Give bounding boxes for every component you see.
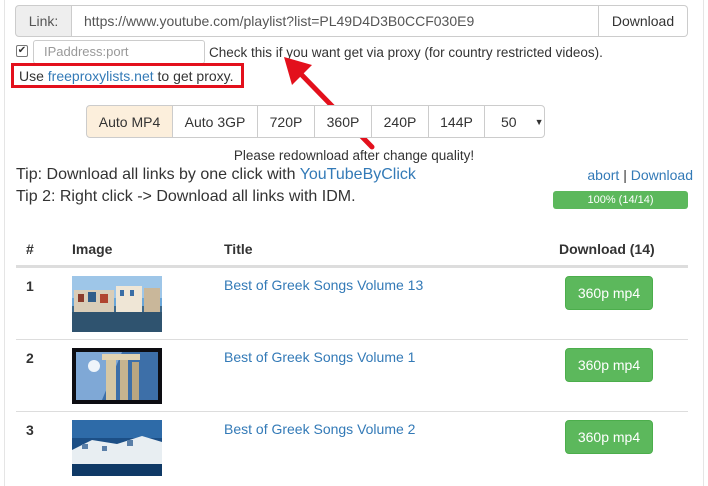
caret-down-icon: ▼ — [534, 116, 544, 127]
progress-bar: 100% (14/14) — [553, 191, 688, 209]
title-cell: Best of Greek Songs Volume 13 — [214, 268, 534, 293]
link-label: Link: — [15, 5, 72, 37]
video-thumbnail[interactable] — [72, 420, 162, 476]
thumbnail-cell — [61, 412, 214, 476]
quality-option-144p[interactable]: 144P — [428, 105, 485, 138]
download-cell: 360p mp4 — [534, 340, 688, 382]
download-button[interactable]: Download — [599, 5, 688, 37]
quality-selector: Auto MP4 Auto 3GP 720P 360P 240P 144P 50… — [86, 105, 545, 138]
download-all-link[interactable]: Download — [631, 167, 693, 183]
youtubebyclick-link[interactable]: YouTubeByClick — [300, 166, 416, 183]
title-cell: Best of Greek Songs Volume 2 — [214, 412, 534, 437]
redownload-note-text: Please redownload after change quality! — [233, 148, 475, 163]
video-title-link[interactable]: Best of Greek Songs Volume 2 — [224, 421, 415, 437]
row-number: 2 — [26, 350, 34, 366]
quality-option-360p[interactable]: 360P — [314, 105, 372, 138]
redownload-note: Please redownload after change quality! — [0, 148, 708, 163]
video-thumbnail[interactable] — [72, 348, 162, 404]
proxy-hint-box: Use freeproxylists.net to get proxy. — [11, 63, 244, 88]
row-number: 1 — [26, 278, 34, 294]
progress-label: 100% (14/14) — [587, 194, 654, 206]
tip-one: Tip: Download all links by one click wit… — [16, 166, 416, 184]
quality-option-auto-3gp[interactable]: Auto 3GP — [172, 105, 258, 138]
abort-link[interactable]: abort — [587, 167, 619, 183]
video-thumbnail[interactable] — [72, 276, 162, 332]
quality-option-720p[interactable]: 720P — [257, 105, 315, 138]
download-360p-button[interactable]: 360p mp4 — [565, 348, 653, 382]
row-number: 3 — [26, 422, 34, 438]
proxy-note: Check this if you want get via proxy (fo… — [209, 44, 603, 60]
table-row: 3 Best of Greek Songs Volume 2 360p mp4 — [16, 411, 688, 483]
video-title-link[interactable]: Best of Greek Songs Volume 1 — [224, 349, 415, 365]
results-table: # Image Title Download (14) 1 Best of Gr… — [16, 232, 688, 483]
thumbnail-cell — [61, 268, 214, 332]
thumbnail-cell — [61, 340, 214, 404]
quality-count-value: 50 — [501, 113, 517, 130]
proxy-hint-prefix: Use — [19, 67, 48, 84]
download-cell: 360p mp4 — [534, 268, 688, 310]
proxy-hint-suffix: to get proxy. — [153, 67, 234, 84]
quality-count-select[interactable]: 50 ▼ — [484, 105, 545, 138]
table-row: 1 Best of Greek Songs Volume 13 360p mp4 — [16, 267, 688, 339]
title-cell: Best of Greek Songs Volume 1 — [214, 340, 534, 365]
download-cell: 360p mp4 — [534, 412, 688, 454]
download-360p-button[interactable]: 360p mp4 — [565, 420, 653, 454]
header-title: Title — [224, 240, 253, 257]
quality-option-240p[interactable]: 240P — [371, 105, 429, 138]
quality-option-auto-mp4[interactable]: Auto MP4 — [86, 105, 173, 138]
action-separator: | — [619, 167, 631, 183]
tip-one-text: Tip: Download all links by one click wit… — [16, 166, 300, 183]
header-num: # — [26, 240, 34, 257]
proxy-checkbox[interactable]: ✔ — [16, 45, 28, 57]
proxy-ip-input[interactable]: IPaddress:port — [33, 40, 205, 64]
tip-two: Tip 2: Right click -> Download all links… — [16, 188, 356, 205]
video-title-link[interactable]: Best of Greek Songs Volume 13 — [224, 277, 423, 293]
table-header: # Image Title Download (14) — [16, 232, 688, 267]
link-bar: Link: https://www.youtube.com/playlist?l… — [15, 5, 688, 37]
header-image: Image — [72, 240, 113, 257]
table-row: 2 Best of Greek Songs Volume 1 360p mp4 — [16, 339, 688, 411]
download-360p-button[interactable]: 360p mp4 — [565, 276, 653, 310]
freeproxylists-link[interactable]: freeproxylists.net — [48, 68, 154, 84]
playlist-url-input[interactable]: https://www.youtube.com/playlist?list=PL… — [72, 5, 599, 37]
header-download: Download (14) — [559, 240, 655, 257]
action-links: abort | Download — [587, 167, 693, 183]
